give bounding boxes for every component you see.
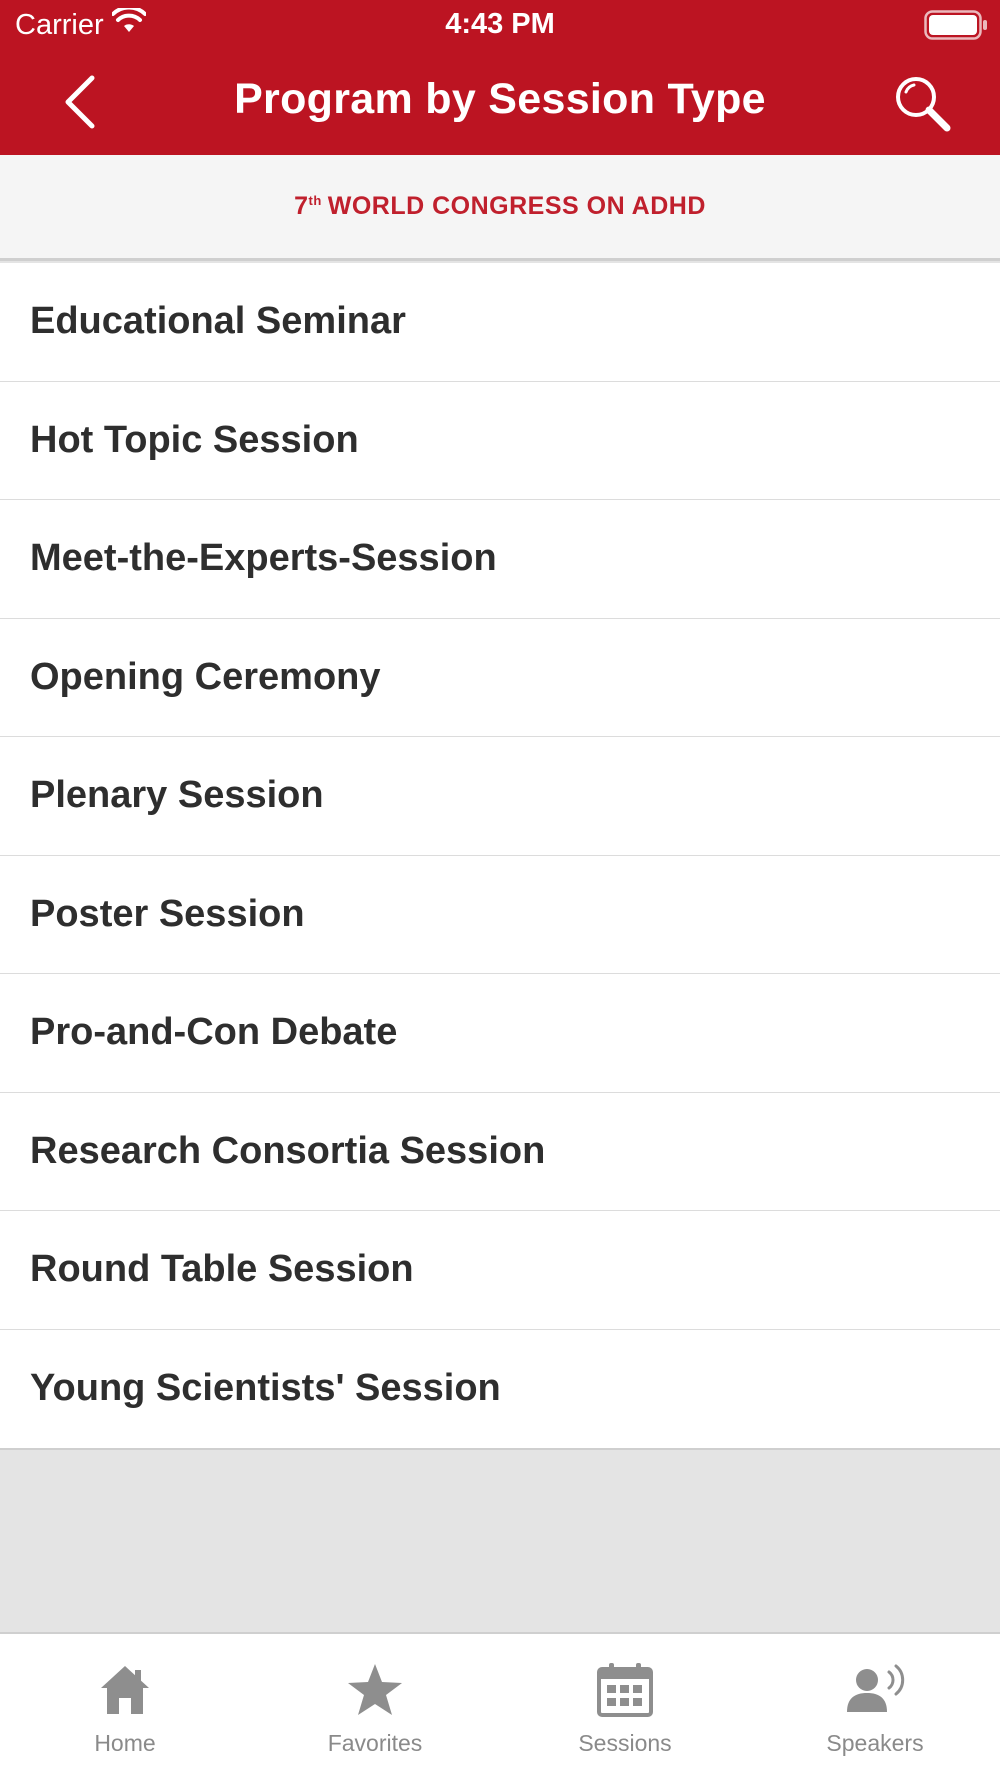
calendar-icon [593, 1660, 657, 1720]
list-item[interactable]: Plenary Session [0, 737, 1000, 856]
banner-number: 7 [294, 192, 309, 220]
banner-title: 7th WORLD CONGRESS ON ADHD [294, 192, 706, 221]
tab-label-favorites: Favorites [327, 1730, 423, 1756]
congress-banner: 7th WORLD CONGRESS ON ADHD [0, 155, 1000, 261]
list-item[interactable]: Poster Session [0, 856, 1000, 974]
list-item[interactable]: Young Scientists' Session [0, 1330, 1000, 1449]
tab-label-home: Home [94, 1730, 156, 1756]
home-icon [93, 1660, 157, 1720]
list-item[interactable]: Hot Topic Session [0, 382, 1000, 500]
search-button[interactable] [884, 67, 960, 143]
list-item[interactable]: Research Consortia Session [0, 1093, 1000, 1211]
app-header: Carrier 4:43 PM Program by Session Type [0, 0, 1000, 155]
page-title: Program by Session Type [234, 75, 766, 123]
tab-favorites[interactable]: Favorites [250, 1634, 500, 1778]
banner-superscript: th [308, 192, 322, 208]
status-time: 4:43 PM [445, 8, 555, 40]
tab-label-speakers: Speakers [826, 1730, 924, 1756]
star-icon [343, 1660, 407, 1720]
list-item[interactable]: Opening Ceremony [0, 619, 1000, 737]
list-item[interactable]: Meet-the-Experts-Session [0, 500, 1000, 619]
battery-icon [924, 10, 988, 40]
list-item[interactable]: Educational Seminar [0, 263, 1000, 382]
tab-bar: Home Favorites Sessions Speakers [0, 1632, 1000, 1778]
session-type-list: Educational Seminar Hot Topic Session Me… [0, 263, 1000, 1450]
list-item[interactable]: Round Table Session [0, 1211, 1000, 1330]
banner-text: WORLD CONGRESS ON ADHD [327, 192, 706, 220]
navigation-bar: Program by Session Type [0, 55, 1000, 155]
tab-sessions[interactable]: Sessions [500, 1634, 750, 1778]
tab-home[interactable]: Home [0, 1634, 250, 1778]
tab-label-sessions: Sessions [578, 1730, 672, 1756]
search-icon [892, 73, 952, 138]
status-bar: Carrier 4:43 PM [0, 0, 1000, 50]
tab-speakers[interactable]: Speakers [750, 1634, 1000, 1778]
list-item[interactable]: Pro-and-Con Debate [0, 974, 1000, 1093]
speaker-icon [843, 1660, 907, 1720]
